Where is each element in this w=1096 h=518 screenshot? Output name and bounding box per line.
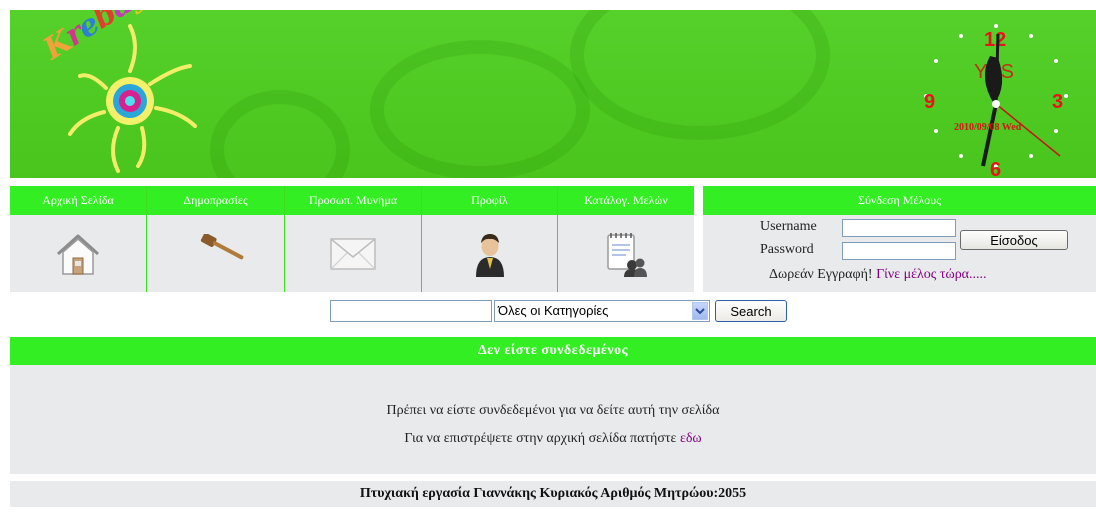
- category-select[interactable]: Όλες οι Κατηγορίες: [494, 300, 710, 322]
- search-input[interactable]: [330, 300, 492, 322]
- header-banner: Krebay 12 3 6 9 YES 2010/09/08 Wed: [10, 10, 1096, 178]
- clock-date: 2010/09/08 Wed: [954, 122, 1022, 133]
- register-link[interactable]: Γίνε μέλος τώρα.....: [876, 267, 986, 282]
- nav-item-messages[interactable]: Προσωπ. Μυνήμα: [284, 186, 421, 292]
- register-line: Δωρεάν Εγγραφή! Γίνε μέλος τώρα.....: [769, 267, 987, 283]
- nav-label[interactable]: Προφίλ: [422, 186, 557, 215]
- username-label: Username: [760, 219, 817, 234]
- banner-decoration: [570, 10, 830, 140]
- clock-widget: 12 3 6 9 YES 2010/09/08 Wed: [916, 16, 1076, 178]
- footer: Πτυχιακή εργασία Γιαννάκης Κυριακός Αριθ…: [10, 481, 1096, 507]
- nav-item-profile[interactable]: Προφίλ: [421, 186, 557, 292]
- search-button[interactable]: Search: [715, 300, 787, 322]
- home-link[interactable]: εδω: [680, 431, 702, 446]
- login-panel: Σύνδεση Μέλους Username Password Είσοδος…: [703, 186, 1096, 292]
- main-nav: Αρχική Σελίδα Δημοπρασίες Προσωπ. Μυνήμα…: [10, 186, 694, 292]
- banner-decoration: [370, 40, 590, 178]
- password-input[interactable]: [842, 242, 956, 260]
- password-label: Password: [760, 242, 814, 257]
- chevron-down-icon[interactable]: [692, 302, 708, 320]
- clock-number-3: 3: [1052, 91, 1063, 113]
- login-button[interactable]: Είσοδος: [960, 230, 1068, 250]
- message-line-2: Για να επιστρέψετε στην αρχική σελίδα πα…: [10, 431, 1096, 447]
- nav-label[interactable]: Προσωπ. Μυνήμα: [285, 186, 421, 215]
- nav-item-home[interactable]: Αρχική Σελίδα: [10, 186, 146, 292]
- banner-decoration: [210, 90, 350, 178]
- site-logo[interactable]: Krebay: [30, 10, 220, 176]
- nav-item-members[interactable]: Κατάλογ. Μελών: [557, 186, 694, 292]
- message-line-2-text: Για να επιστρέψετε στην αρχική σελίδα πα…: [404, 431, 677, 446]
- clock-number-9: 9: [924, 91, 935, 113]
- house-icon[interactable]: [10, 215, 146, 292]
- login-form: Username Password Είσοδος Δωρεάν Εγγραφή…: [703, 215, 1096, 292]
- register-text: Δωρεάν Εγγραφή!: [769, 267, 873, 282]
- clock-number-6: 6: [990, 159, 1001, 176]
- category-selected: Όλες οι Κατηγορίες: [498, 303, 609, 318]
- message-box: Πρέπει να είστε συνδεδεμένοι για να δείτ…: [10, 365, 1096, 474]
- nav-row: Αρχική Σελίδα Δημοπρασίες Προσωπ. Μυνήμα…: [10, 186, 1096, 292]
- nav-label[interactable]: Δημοπρασίες: [147, 186, 284, 215]
- envelope-icon[interactable]: [285, 215, 421, 292]
- clock-number-12: 12: [984, 29, 1006, 51]
- status-title: Δεν είστε συνδεδεμένος: [10, 337, 1096, 365]
- login-title: Σύνδεση Μέλους: [703, 186, 1096, 215]
- nav-item-auctions[interactable]: Δημοπρασίες: [146, 186, 284, 292]
- gavel-icon[interactable]: [147, 215, 284, 292]
- user-icon[interactable]: [422, 215, 557, 292]
- nav-label[interactable]: Αρχική Σελίδα: [10, 186, 146, 215]
- nav-label[interactable]: Κατάλογ. Μελών: [558, 186, 694, 215]
- notepad-icon[interactable]: [558, 215, 694, 292]
- username-input[interactable]: [842, 219, 956, 237]
- message-line-1: Πρέπει να είστε συνδεδεμένοι για να δείτ…: [386, 403, 720, 418]
